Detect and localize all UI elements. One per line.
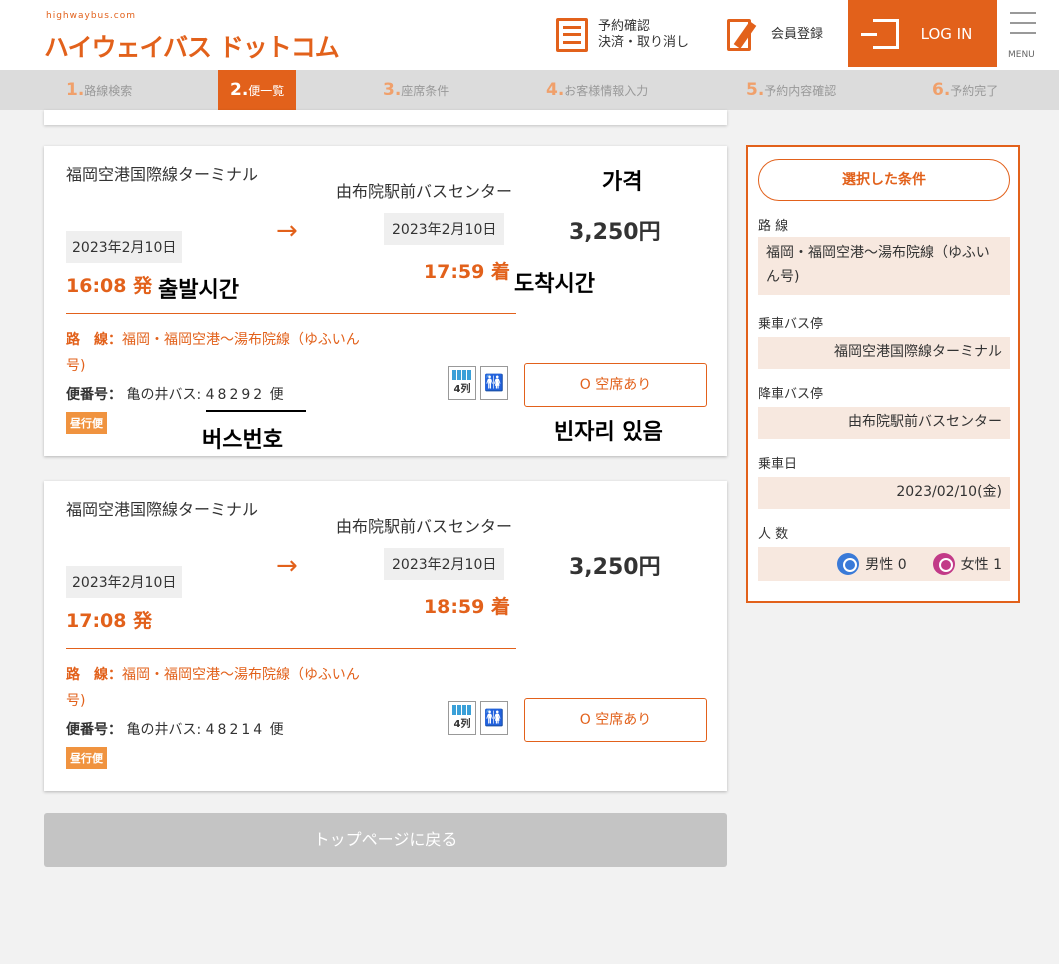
divider [66, 648, 516, 649]
arrival-date: 2023年2月10日 [384, 213, 505, 245]
seat-layout-icon: 4列 [448, 701, 476, 735]
arrival-stop: 由布院駅前バスセンター [336, 182, 513, 201]
annotation-departure: 출발시간 [158, 278, 239, 303]
login-door-icon [860, 18, 899, 49]
list-icon [556, 18, 588, 52]
arrow-right-icon: → [276, 216, 298, 246]
arrival-time: 17:59 着 [423, 261, 510, 283]
select-seat-button[interactable]: O 空席あり [524, 363, 707, 407]
boarding-stop-value: 福岡空港国際線ターミナル [758, 337, 1010, 369]
step-route-search: 1.路線検索 [66, 80, 133, 100]
select-seat-button[interactable]: O 空席あり [524, 698, 707, 742]
divider [66, 313, 516, 314]
login-label: LOG IN [920, 24, 973, 43]
bus-result-card: 福岡空港国際線ターミナル 2023年2月10日 17:08 発 → 由布院駅前バ… [44, 481, 727, 791]
alighting-stop-label: 降車バス停 [758, 387, 824, 402]
annotation-bus-number: 버스번호 [202, 428, 283, 453]
step-confirm: 5.予約内容確認 [746, 80, 837, 100]
payment-cancel-label: 決済・取り消し [598, 35, 690, 50]
female-count: 女性 1 [960, 557, 1002, 573]
member-register-label: 会員登録 [771, 27, 824, 42]
reservation-check-label: 予約確認 [598, 19, 651, 34]
step-bus-list: 2.便一覧 [218, 70, 297, 114]
passenger-count-value: 男性 0 女性 1 [758, 547, 1010, 581]
daytime-bus-badge: 昼行便 [66, 412, 107, 434]
annotation-price: 가격 [602, 170, 643, 195]
alighting-stop-value: 由布院駅前バスセンター [758, 407, 1010, 439]
site-logo[interactable]: ハイウェイバス ドットコム [44, 28, 340, 64]
annotation-seat: 빈자리 있음 [554, 420, 663, 445]
menu-label: MENU [1008, 50, 1035, 60]
step-complete: 6.予約完了 [932, 80, 999, 100]
menu-button[interactable]: MENU [1006, 10, 1040, 60]
departure-date: 2023年2月10日 [66, 566, 183, 598]
reservation-check-link[interactable]: 予約確認 決済・取り消し [556, 10, 689, 60]
departure-date: 2023年2月10日 [66, 231, 183, 263]
departure-time: 16:08 発 [66, 275, 153, 297]
fare-price: 3,250円 [569, 220, 661, 245]
previous-result-card [44, 110, 727, 125]
boarding-date-label: 乗車日 [758, 457, 798, 472]
arrival-stop: 由布院駅前バスセンター [336, 517, 513, 536]
boarding-date-value: 2023/02/10(金) [758, 477, 1010, 509]
route-info: 路 線：福岡・福岡空港〜湯布院線（ゆふいん号) [66, 667, 360, 709]
arrival-date: 2023年2月10日 [384, 548, 505, 580]
step-customer-info: 4.お客様情報入力 [546, 80, 649, 100]
passenger-count-label: 人 数 [758, 527, 789, 542]
login-button[interactable]: LOG IN [848, 0, 997, 67]
arrow-right-icon: → [276, 551, 298, 581]
bus-number: 便番号： 亀の井バス: 48214 便 [66, 722, 284, 738]
back-to-top-button[interactable]: トップページに戻る [44, 813, 727, 867]
departure-stop: 福岡空港国際線ターミナル [66, 165, 259, 184]
bus-number: 便番号： 亀の井バス: 48292 便 [66, 387, 284, 403]
selected-conditions-title[interactable]: 選択した条件 [758, 159, 1010, 201]
annotation-underline [206, 410, 306, 412]
fare-price: 3,250円 [569, 555, 661, 580]
annotation-arrival: 도착시간 [514, 272, 595, 297]
restroom-icon: 🚻 [480, 366, 508, 400]
restroom-icon: 🚻 [480, 701, 508, 735]
arrival-time: 18:59 着 [423, 596, 510, 618]
seat-layout-icon: 4列 [448, 366, 476, 400]
departure-stop: 福岡空港国際線ターミナル [66, 500, 259, 519]
member-register-link[interactable]: 会員登録 [727, 10, 823, 60]
departure-time: 17:08 発 [66, 610, 153, 632]
route-label: 路 線 [758, 219, 789, 234]
site-header: highwaybus.com ハイウェイバス ドットコム 予約確認 決済・取り消… [0, 0, 1059, 70]
female-icon [932, 553, 955, 575]
progress-steps: 1.路線検索 2.便一覧 3.座席条件 4.お客様情報入力 5.予約内容確認 6… [0, 70, 1059, 114]
boarding-stop-label: 乗車バス停 [758, 317, 824, 332]
male-icon [837, 553, 860, 575]
route-info: 路 線：福岡・福岡空港〜湯布院線（ゆふいん号) [66, 332, 360, 374]
step-seat-conditions: 3.座席条件 [383, 80, 450, 100]
male-count: 男性 0 [865, 557, 907, 573]
register-pen-icon [727, 17, 761, 53]
selected-conditions-panel: 選択した条件 路 線 福岡・福岡空港〜湯布院線（ゆふいん号) 乗車バス停 福岡空… [746, 145, 1020, 603]
logo-subtitle: highwaybus.com [46, 11, 137, 21]
daytime-bus-badge: 昼行便 [66, 747, 107, 769]
route-value: 福岡・福岡空港〜湯布院線（ゆふいん号) [758, 237, 1010, 295]
